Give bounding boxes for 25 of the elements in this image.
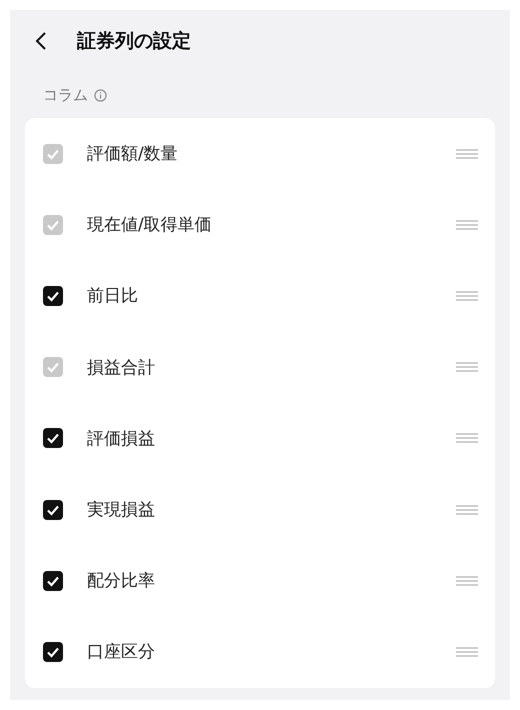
column-label: 配分比率 bbox=[87, 570, 156, 592]
drag-handle-icon[interactable] bbox=[456, 290, 478, 301]
checkbox[interactable] bbox=[43, 570, 63, 591]
column-label: 前日比 bbox=[87, 285, 139, 308]
column-label: 評価損益 bbox=[87, 428, 156, 450]
section-label: コラム bbox=[43, 86, 88, 104]
drag-handle-icon[interactable] bbox=[456, 646, 478, 657]
column-label: 口座区分 bbox=[87, 641, 156, 664]
drag-handle-icon[interactable] bbox=[456, 576, 478, 586]
column-label: 評価額/数量 bbox=[87, 143, 179, 166]
checkbox[interactable] bbox=[43, 286, 63, 306]
checkbox[interactable] bbox=[43, 500, 63, 520]
checkbox[interactable] bbox=[43, 428, 63, 448]
column-label: 損益合計 bbox=[87, 356, 156, 379]
info-icon[interactable] bbox=[94, 88, 107, 102]
drag-handle-icon[interactable] bbox=[456, 148, 478, 159]
page-title: 証券列の設定 bbox=[77, 29, 191, 54]
column-label: 実現損益 bbox=[87, 499, 156, 522]
drag-handle-icon[interactable] bbox=[456, 362, 478, 372]
column-label: 現在値/取得単価 bbox=[87, 214, 213, 236]
drag-handle-icon[interactable] bbox=[456, 504, 478, 515]
drag-handle-icon[interactable] bbox=[456, 220, 478, 230]
drag-handle-icon[interactable] bbox=[456, 433, 478, 444]
back-icon[interactable] bbox=[35, 31, 47, 51]
checkbox[interactable] bbox=[43, 642, 63, 662]
